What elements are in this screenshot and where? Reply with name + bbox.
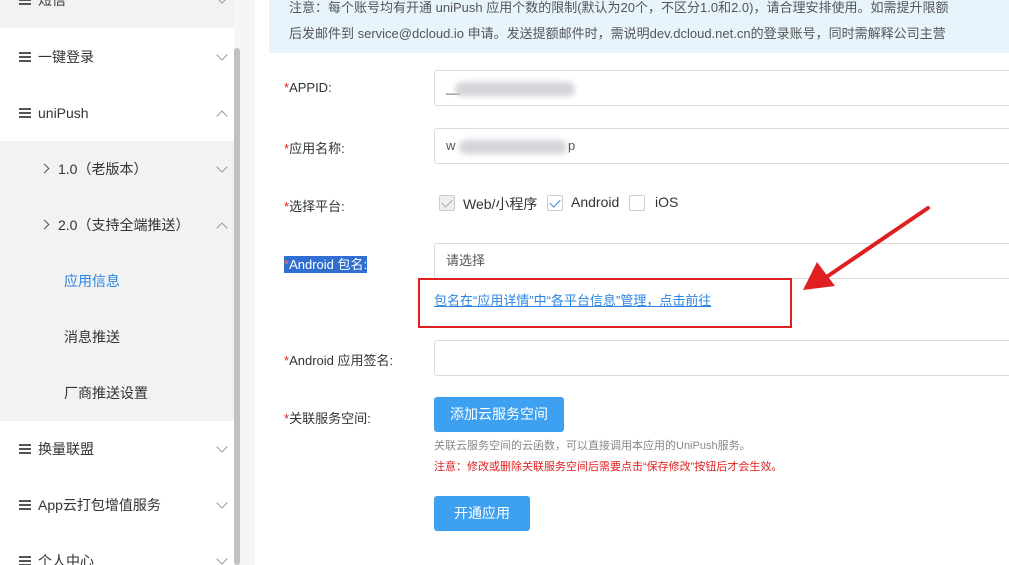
notice-line-1: 注意：每个账号均有开通 uniPush 应用个数的限制(默认为20个，不区分1.… [289, 0, 949, 15]
sidebar-item-personal[interactable]: 个人中心 [0, 533, 234, 565]
add-cloud-space-button[interactable]: 添加云服务空间 [434, 397, 564, 432]
sidebar-item-unipush-v1[interactable]: 1.0（老版本） [0, 141, 234, 197]
sidebar-item-label: App云打包增值服务 [38, 497, 161, 513]
sidebar-item-exchange[interactable]: 换量联盟 [0, 421, 234, 477]
service-space-warning: 注意：修改或删除关联服务空间后需要点击“保存修改”按钮后才会生效。 [434, 461, 783, 473]
chevron-down-icon [216, 553, 228, 565]
appid-field[interactable]: __ [434, 70, 1009, 106]
sidebar-item-cloud-pack[interactable]: App云打包增值服务 [0, 477, 234, 533]
list-icon [19, 444, 31, 454]
package-manage-link[interactable]: 包名在“应用详情”中“各平台信息”管理，点击前往 [434, 290, 711, 309]
label-text: Android 应用签名: [289, 353, 394, 368]
list-icon [19, 0, 31, 5]
chevron-down-icon [216, 441, 228, 453]
chevron-down-icon [216, 0, 228, 4]
app-name-label: *应用名称: [284, 138, 345, 157]
web-checkbox-label: Web/小程序 [463, 196, 538, 212]
list-icon [19, 500, 31, 510]
sidebar-item-label: 1.0（老版本） [58, 161, 148, 177]
chevron-down-icon [216, 161, 228, 173]
android-signature-label: *Android 应用签名: [284, 350, 393, 369]
sidebar-item-message-push[interactable]: 消息推送 [0, 309, 234, 365]
sidebar-item-label: 换量联盟 [38, 441, 94, 457]
appid-label: *APPID: [284, 80, 332, 95]
app-root: 短信 一键登录 uniPush 1.0（老版本） 2.0（支持全端推送） 应用信… [0, 0, 1009, 565]
sidebar-item-app-info[interactable]: 应用信息 [0, 253, 234, 309]
sidebar-item-label: 个人中心 [38, 553, 94, 565]
list-icon [19, 556, 31, 565]
sidebar-item-sms[interactable]: 短信 [0, 0, 234, 28]
sidebar-item-label: 短信 [38, 0, 66, 8]
label-text: 关联服务空间: [289, 411, 371, 426]
redaction-blur [455, 82, 575, 96]
android-package-label: *Android 包名: [284, 254, 368, 273]
list-icon [19, 52, 31, 62]
sidebar-item-vendor-push[interactable]: 厂商推送设置 [0, 365, 234, 421]
content-divider [240, 0, 255, 565]
android-checkbox[interactable] [547, 195, 563, 211]
sidebar-item-label: 消息推送 [64, 329, 120, 345]
service-space-hint: 关联云服务空间的云函数，可以直接调用本应用的UniPush服务。 [434, 440, 751, 452]
service-space-label: *关联服务空间: [284, 408, 371, 427]
select-placeholder: 请选择 [446, 253, 486, 268]
label-text: 应用名称: [289, 141, 345, 156]
chevron-up-icon [216, 110, 228, 122]
app-name-suffix: p [568, 138, 576, 153]
sidebar-item-label: 厂商推送设置 [64, 385, 148, 401]
annotation-arrow-icon [803, 206, 930, 290]
notice-line-2: 后发邮件到 service@dcloud.io 申请。发送提额邮件时，需说明de… [289, 26, 946, 41]
label-text: 选择平台: [289, 199, 345, 214]
list-icon [19, 108, 31, 118]
chevron-up-icon [216, 222, 228, 234]
open-app-button[interactable]: 开通应用 [434, 496, 530, 531]
chevron-down-icon [216, 49, 228, 61]
sidebar-item-label: 2.0（支持全端推送） [58, 217, 190, 233]
android-signature-field[interactable] [434, 340, 1009, 376]
sidebar: 短信 一键登录 uniPush 1.0（老版本） 2.0（支持全端推送） 应用信… [0, 0, 240, 565]
sidebar-item-unipush[interactable]: uniPush [0, 85, 234, 141]
label-text: Android 包名: [289, 257, 368, 272]
app-name-field[interactable]: w p [434, 128, 1009, 164]
web-checkbox[interactable] [439, 195, 455, 211]
android-checkbox-label: Android [571, 194, 620, 210]
platform-label: *选择平台: [284, 196, 345, 215]
notice-banner: 注意：每个账号均有开通 uniPush 应用个数的限制(默认为20个，不区分1.… [269, 0, 1009, 53]
sidebar-item-label: 一键登录 [38, 49, 94, 65]
app-name-prefix: w [446, 138, 456, 153]
chevron-right-icon [39, 219, 50, 230]
sidebar-item-label: 应用信息 [64, 273, 120, 289]
chevron-right-icon [39, 163, 50, 174]
redaction-blur [459, 140, 567, 154]
ios-checkbox[interactable] [629, 195, 645, 211]
sidebar-item-unipush-v2[interactable]: 2.0（支持全端推送） [0, 197, 234, 253]
label-text: APPID: [289, 80, 332, 95]
chevron-down-icon [216, 497, 228, 509]
ios-checkbox-label: iOS [655, 194, 679, 210]
sidebar-item-label: uniPush [38, 105, 89, 121]
sidebar-item-one-click-login[interactable]: 一键登录 [0, 29, 234, 85]
